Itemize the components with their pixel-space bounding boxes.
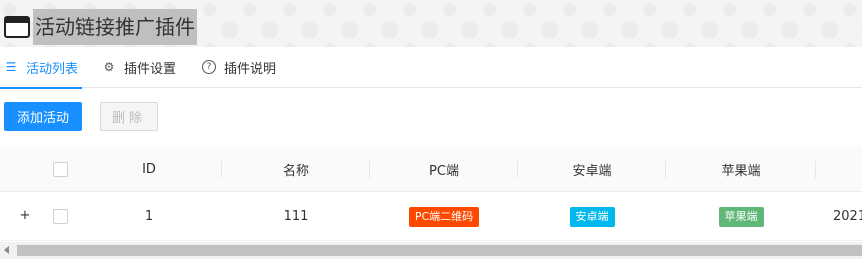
delete-button[interactable]: 删除	[100, 102, 158, 131]
tab-plugin-settings[interactable]: ⚙ 插件设置	[92, 47, 190, 87]
cell-date: 2021	[833, 209, 862, 224]
select-all-checkbox[interactable]	[52, 161, 68, 177]
horizontal-scrollbar[interactable]	[0, 242, 862, 259]
scroll-left-arrow-icon[interactable]	[4, 246, 9, 254]
table-row: + 1 111 PC端二维码 安卓端 苹果端 2021	[0, 193, 862, 241]
apple-tag[interactable]: 苹果端	[718, 206, 764, 227]
select-all-cell	[44, 147, 76, 191]
list-icon: ☰	[5, 60, 17, 74]
tab-label: 活动列表	[26, 61, 79, 77]
cell-name: 111	[283, 209, 309, 224]
expand-plus-icon[interactable]: +	[19, 209, 32, 223]
question-circle-icon: ?	[202, 60, 217, 74]
android-tag[interactable]: 安卓端	[569, 206, 615, 227]
scrollbar-thumb[interactable]	[17, 245, 862, 256]
row-select-cell	[44, 193, 76, 240]
tab-activity-list[interactable]: ☰ 活动列表	[0, 47, 92, 87]
column-header-pc[interactable]: PC端	[370, 147, 518, 191]
column-header-android[interactable]: 安卓端	[518, 147, 666, 191]
gear-icon: ⚙	[103, 60, 115, 74]
window-icon	[4, 16, 30, 38]
tab-bar: ☰ 活动列表 ⚙ 插件设置 ? 插件说明	[0, 47, 862, 88]
column-header-name[interactable]: 名称	[222, 147, 370, 191]
page-title: 活动链接推广插件	[33, 9, 197, 45]
tab-label: 插件设置	[124, 61, 177, 77]
table-header: ID 名称 PC端 安卓端 苹果端	[0, 147, 862, 192]
cell-android: 安卓端	[518, 193, 666, 240]
cell-id: 1	[144, 209, 154, 224]
column-header-id[interactable]: ID	[76, 147, 222, 191]
row-checkbox[interactable]	[52, 209, 68, 224]
expand-cell: +	[16, 193, 34, 240]
tab-plugin-help[interactable]: ? 插件说明	[190, 47, 290, 87]
header-banner: 活动链接推广插件	[0, 0, 862, 47]
cell-pc: PC端二维码	[370, 193, 518, 240]
active-tab-indicator	[0, 87, 82, 89]
add-activity-button[interactable]: 添加活动	[4, 102, 82, 131]
pc-qrcode-tag[interactable]: PC端二维码	[408, 206, 480, 227]
tab-label: 插件说明	[224, 61, 277, 77]
title-bar: 活动链接推广插件	[4, 9, 197, 45]
cell-apple: 苹果端	[666, 193, 816, 240]
column-header-apple[interactable]: 苹果端	[666, 147, 816, 191]
